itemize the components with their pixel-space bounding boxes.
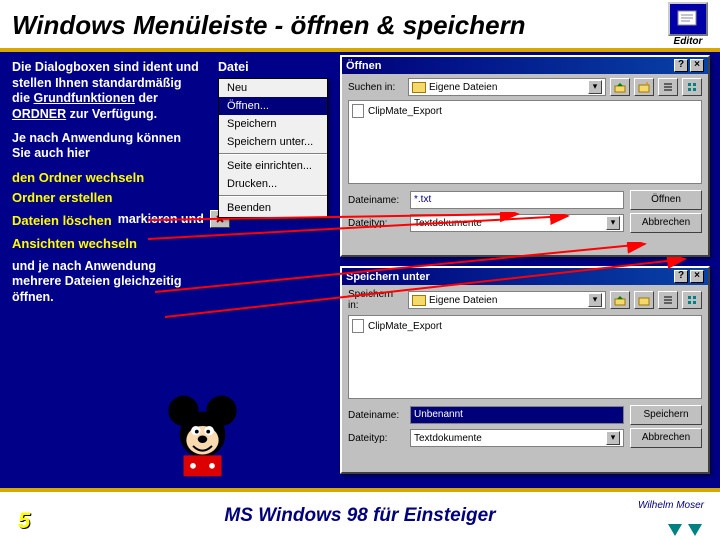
filename-input[interactable]: *.txt [410, 191, 624, 209]
list-item[interactable]: ClipMate_Export [352, 104, 698, 118]
filetype-combo[interactable]: Textdokumente ▾ [410, 214, 624, 232]
slide-title: Windows Menüleiste - öffnen & speichern … [0, 0, 720, 52]
new-folder-icon[interactable] [634, 78, 654, 96]
folder-icon [412, 82, 426, 93]
save-dialog: Speichern unter ? × Speichern in: Eigene… [340, 266, 710, 474]
markieren-und: markieren und [118, 212, 204, 226]
page-number: 5 [18, 508, 30, 534]
document-icon [352, 104, 364, 118]
help-icon[interactable]: ? [674, 59, 688, 72]
open-button[interactable]: Öffnen [630, 190, 702, 210]
list-view-icon[interactable] [658, 78, 678, 96]
file-menu-dropdown[interactable]: Neu Öffnen... Speichern Speichern unter.… [218, 78, 328, 218]
footer-title: MS Windows 98 für Einsteiger [224, 505, 495, 527]
menu-item-seite[interactable]: Seite einrichten... [219, 157, 327, 175]
open-dialog-title: Öffnen [346, 60, 381, 72]
nav-down-icon[interactable] [688, 524, 702, 536]
footer-author: Wilhelm Moser [638, 500, 704, 511]
action-delete-files: Dateien löschen [12, 213, 112, 228]
filename-input[interactable]: Unbenannt [410, 406, 624, 424]
title-text: Windows Menüleiste - öffnen & speichern [12, 10, 526, 40]
filetype-label: Dateityp: [348, 218, 404, 229]
save-in-combo[interactable]: Eigene Dateien ▾ [408, 291, 606, 309]
menu-item-drucken[interactable]: Drucken... [219, 175, 327, 193]
paragraph-3: und je nach Anwendung mehrere Dateien gl… [12, 259, 202, 306]
nav-arrows[interactable] [668, 524, 702, 536]
list-view-icon[interactable] [658, 291, 678, 309]
menu-item-speichern-unter[interactable]: Speichern unter... [219, 133, 327, 151]
close-icon[interactable]: × [690, 270, 704, 283]
menu-item-oeffnen[interactable]: Öffnen... [219, 97, 327, 115]
nav-down-icon[interactable] [668, 524, 682, 536]
details-view-icon[interactable] [682, 78, 702, 96]
notepad-icon [668, 2, 708, 36]
mickey-mouse-image [155, 387, 250, 482]
save-in-label: Speichern in: [348, 289, 404, 311]
paragraph-2: Je nach Anwendung können Sie auch hier [12, 131, 202, 162]
close-icon[interactable]: × [690, 59, 704, 72]
menu-item-neu[interactable]: Neu [219, 79, 327, 97]
chevron-down-icon[interactable]: ▾ [588, 293, 602, 307]
menu-separator [219, 153, 327, 155]
menu-separator [219, 195, 327, 197]
cancel-button[interactable]: Abbrechen [630, 428, 702, 448]
look-in-combo[interactable]: Eigene Dateien ▾ [408, 78, 606, 96]
file-listing[interactable]: ClipMate_Export [348, 100, 702, 184]
list-item[interactable]: ClipMate_Export [352, 319, 698, 333]
open-dialog: Öffnen ? × Suchen in: Eigene Dateien ▾ C… [340, 55, 710, 257]
new-folder-icon[interactable] [634, 291, 654, 309]
help-icon[interactable]: ? [674, 270, 688, 283]
file-listing[interactable]: ClipMate_Export [348, 315, 702, 399]
cancel-button[interactable]: Abbrechen [630, 213, 702, 233]
document-icon [352, 319, 364, 333]
menu-file-label: Datei [218, 60, 249, 74]
chevron-down-icon[interactable]: ▾ [588, 80, 602, 94]
paragraph-1: Die Dialogboxen sind ident und stellen I… [12, 60, 202, 123]
chevron-down-icon[interactable]: ▾ [606, 431, 620, 445]
menu-item-beenden[interactable]: Beenden [219, 199, 327, 217]
filetype-combo[interactable]: Textdokumente ▾ [410, 429, 624, 447]
filename-label: Dateiname: [348, 410, 404, 421]
details-view-icon[interactable] [682, 291, 702, 309]
editor-label: Editor [668, 36, 708, 47]
up-one-level-icon[interactable] [610, 78, 630, 96]
look-in-label: Suchen in: [348, 82, 404, 93]
folder-icon [412, 295, 426, 306]
filetype-label: Dateityp: [348, 433, 404, 444]
editor-shortcut-icon[interactable]: Editor [668, 2, 708, 47]
up-one-level-icon[interactable] [610, 291, 630, 309]
save-button[interactable]: Speichern [630, 405, 702, 425]
menu-item-speichern[interactable]: Speichern [219, 115, 327, 133]
filename-label: Dateiname: [348, 195, 404, 206]
chevron-down-icon[interactable]: ▾ [606, 216, 620, 230]
save-dialog-title: Speichern unter [346, 271, 430, 283]
